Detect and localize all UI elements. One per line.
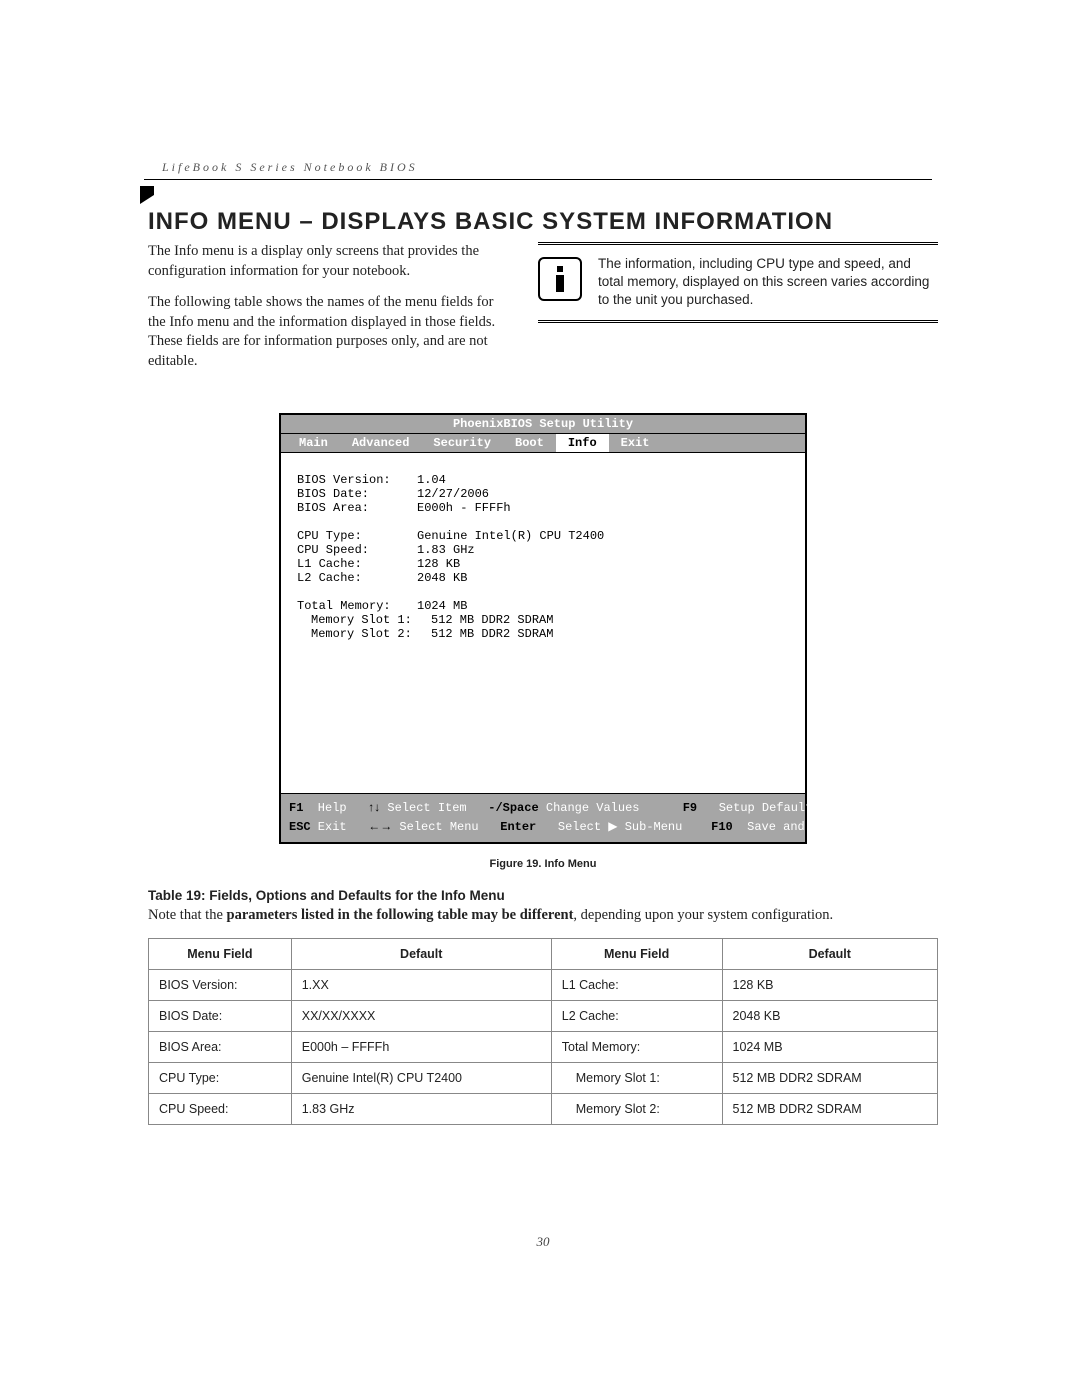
info-note-box: The information, including CPU type and …	[538, 242, 938, 323]
table-cell: CPU Speed:	[149, 1094, 292, 1125]
table-row: CPU Speed:1.83 GHzMemory Slot 2:512 MB D…	[149, 1094, 938, 1125]
table-header: Menu Field	[149, 939, 292, 970]
table-cell: Memory Slot 2:	[551, 1094, 722, 1125]
table-cell: L1 Cache:	[551, 970, 722, 1001]
info-icon	[538, 257, 582, 301]
bios-field-row: L1 Cache:128 KB	[297, 557, 789, 571]
bios-footer: F1 Help ↑↓ Select Item -/Space Change Va…	[281, 793, 805, 842]
table-header: Default	[722, 939, 937, 970]
table-cell: 512 MB DDR2 SDRAM	[722, 1063, 937, 1094]
table-note: Note that the parameters listed in the f…	[148, 907, 938, 924]
table-cell: CPU Type:	[149, 1063, 292, 1094]
page-title: INFO MENU – DISPLAYS BASIC SYSTEM INFORM…	[148, 208, 938, 236]
table-cell: 512 MB DDR2 SDRAM	[722, 1094, 937, 1125]
table-header: Menu Field	[551, 939, 722, 970]
table-title: Table 19: Fields, Options and Defaults f…	[148, 888, 938, 903]
bios-field-row: CPU Type:Genuine Intel(R) CPU T2400	[297, 529, 789, 543]
table-cell: BIOS Date:	[149, 1001, 292, 1032]
bios-field-row: Memory Slot 1:512 MB DDR2 SDRAM	[297, 613, 789, 627]
intro-paragraph-2: The following table shows the names of t…	[148, 293, 496, 371]
table-cell: XX/XX/XXXX	[291, 1001, 551, 1032]
bios-field-row: Total Memory:1024 MB	[297, 599, 789, 613]
table-header: Default	[291, 939, 551, 970]
bios-screenshot: PhoenixBIOS Setup Utility MainAdvancedSe…	[279, 413, 807, 844]
table-cell: 2048 KB	[722, 1001, 937, 1032]
bios-tab-security: Security	[421, 434, 503, 452]
info-note-text: The information, including CPU type and …	[598, 255, 938, 310]
bios-field-row: BIOS Version:1.04	[297, 473, 789, 487]
table-row: BIOS Date:XX/XX/XXXXL2 Cache:2048 KB	[149, 1001, 938, 1032]
table-cell: 1024 MB	[722, 1032, 937, 1063]
table-cell: Memory Slot 1:	[551, 1063, 722, 1094]
table-cell: 128 KB	[722, 970, 937, 1001]
table-cell: 1.83 GHz	[291, 1094, 551, 1125]
bios-tab-bar: MainAdvancedSecurityBootInfoExit	[281, 434, 805, 453]
table-cell: BIOS Area:	[149, 1032, 292, 1063]
table-row: BIOS Area:E000h – FFFFhTotal Memory:1024…	[149, 1032, 938, 1063]
bios-tab-boot: Boot	[503, 434, 556, 452]
bios-title-bar: PhoenixBIOS Setup Utility	[281, 415, 805, 434]
bios-body: BIOS Version:1.04BIOS Date:12/27/2006BIO…	[281, 453, 805, 793]
table-cell: Genuine Intel(R) CPU T2400	[291, 1063, 551, 1094]
bios-field-row: BIOS Date:12/27/2006	[297, 487, 789, 501]
bios-tab-exit: Exit	[609, 434, 662, 452]
intro-paragraph-1: The Info menu is a display only screens …	[148, 242, 496, 281]
bios-tab-advanced: Advanced	[340, 434, 422, 452]
page-number: 30	[148, 1234, 938, 1250]
table-cell: Total Memory:	[551, 1032, 722, 1063]
bios-field-row: L2 Cache:2048 KB	[297, 571, 789, 585]
table-cell: BIOS Version:	[149, 970, 292, 1001]
bios-field-row: CPU Speed:1.83 GHz	[297, 543, 789, 557]
table-cell: E000h – FFFFh	[291, 1032, 551, 1063]
bios-field-row: BIOS Area:E000h - FFFFh	[297, 501, 789, 515]
running-header: LifeBook S Series Notebook BIOS	[144, 160, 932, 180]
bios-tab-main: Main	[287, 434, 340, 452]
table-row: CPU Type:Genuine Intel(R) CPU T2400Memor…	[149, 1063, 938, 1094]
bios-field-row: Memory Slot 2:512 MB DDR2 SDRAM	[297, 627, 789, 641]
bios-tab-info: Info	[556, 434, 609, 452]
table-row: BIOS Version:1.XXL1 Cache:128 KB	[149, 970, 938, 1001]
figure-caption: Figure 19. Info Menu	[279, 858, 807, 870]
defaults-table: Menu FieldDefaultMenu FieldDefault BIOS …	[148, 938, 938, 1125]
table-cell: L2 Cache:	[551, 1001, 722, 1032]
table-cell: 1.XX	[291, 970, 551, 1001]
